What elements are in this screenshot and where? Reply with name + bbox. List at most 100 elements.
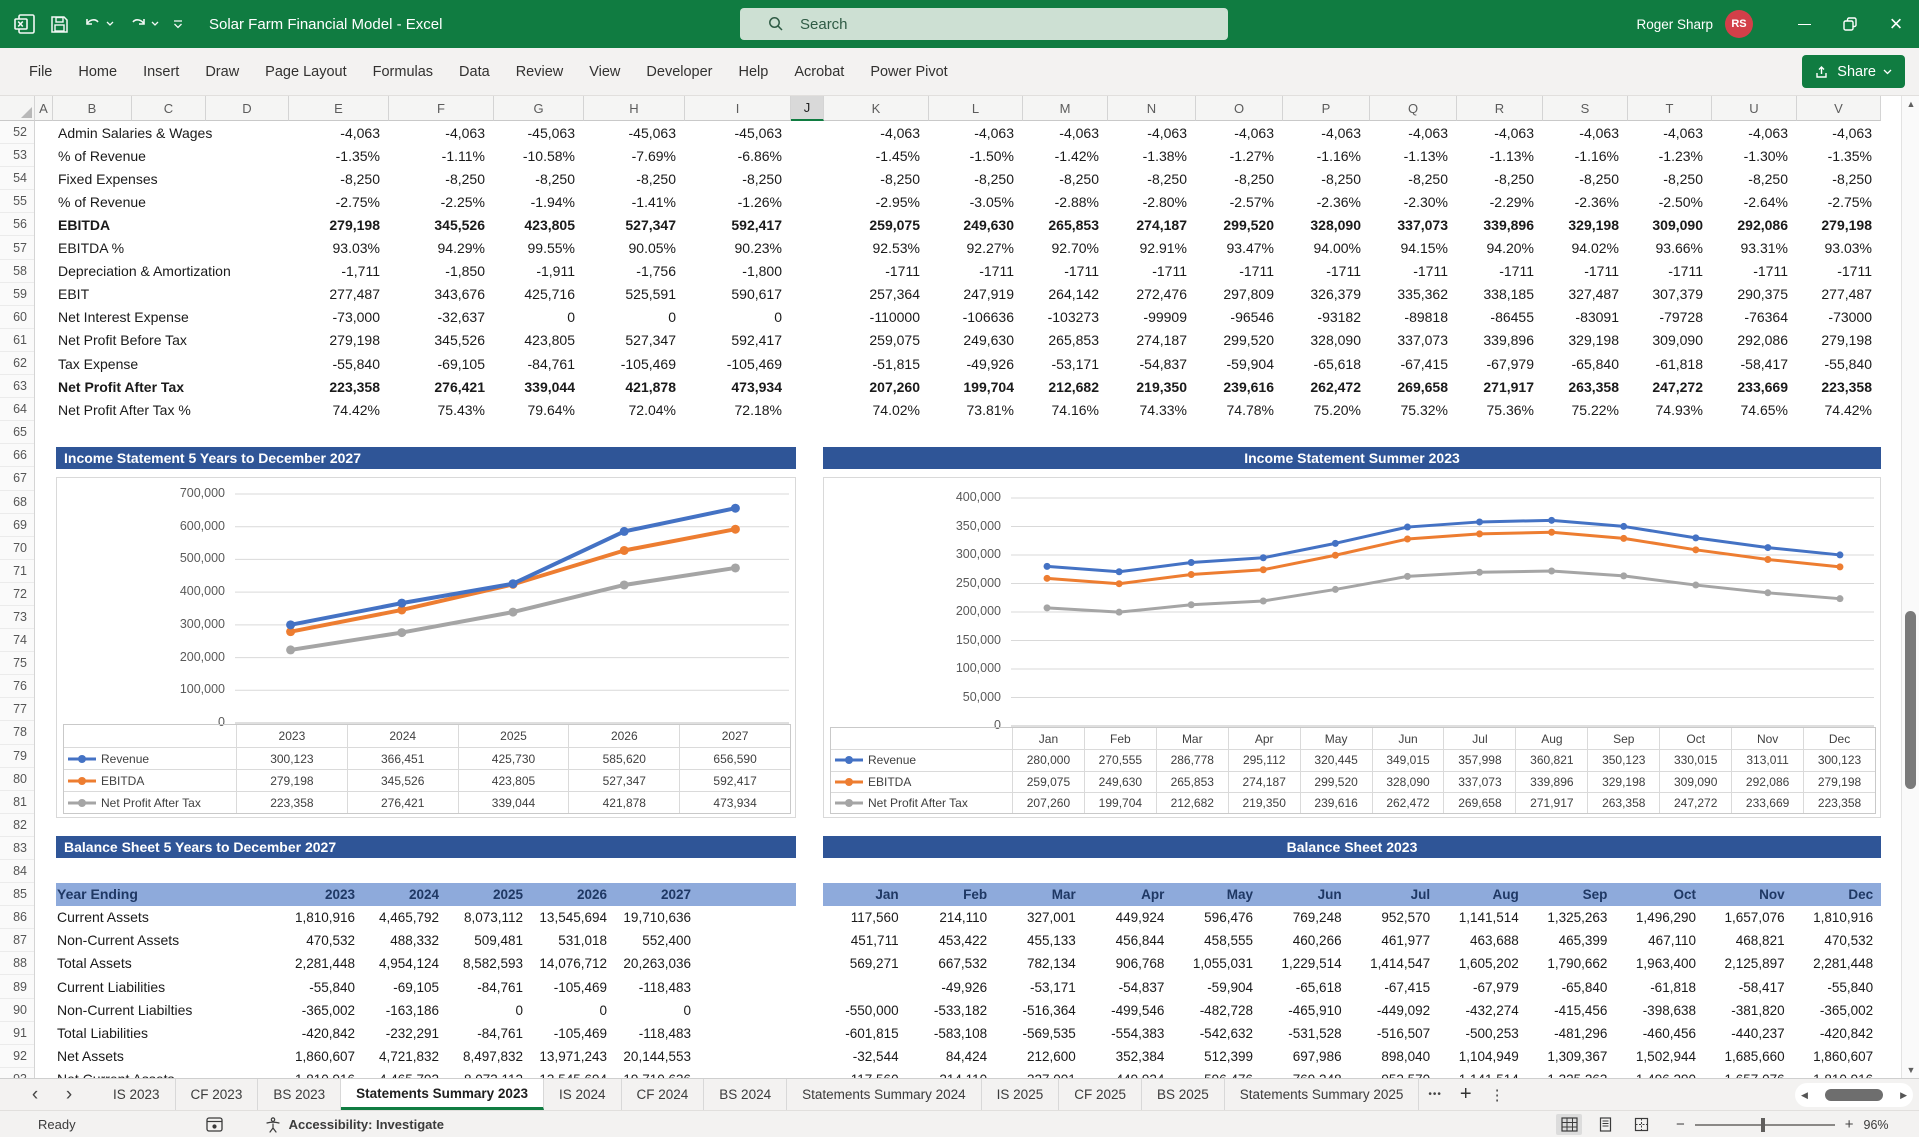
value-cell[interactable]: -1.45% bbox=[824, 148, 929, 164]
ribbon-tab-help[interactable]: Help bbox=[726, 48, 782, 95]
value-cell[interactable]: -8,250 bbox=[1196, 171, 1283, 187]
value-cell[interactable]: -93182 bbox=[1283, 309, 1370, 325]
value-cell[interactable]: -1.38% bbox=[1108, 148, 1196, 164]
value-cell[interactable]: 345,526 bbox=[389, 217, 494, 233]
value-cell[interactable]: -1711 bbox=[1283, 263, 1370, 279]
balance-value-cell[interactable]: 451,711 bbox=[812, 929, 901, 952]
sheet-tab-statements-summary-2023[interactable]: Statements Summary 2023 bbox=[341, 1079, 544, 1110]
value-cell[interactable]: 239,616 bbox=[1196, 379, 1283, 395]
balance-value-cell[interactable]: 1,860,607 bbox=[1787, 1045, 1876, 1068]
balance-value-cell[interactable]: 8,073,112 bbox=[441, 1068, 525, 1078]
column-header-E[interactable]: E bbox=[289, 96, 389, 121]
value-cell[interactable]: -2.75% bbox=[1797, 194, 1881, 210]
save-icon[interactable] bbox=[50, 15, 69, 34]
value-cell[interactable]: -2.29% bbox=[1457, 194, 1543, 210]
row-header-68[interactable]: 68 bbox=[0, 491, 34, 514]
value-cell[interactable]: 247,919 bbox=[929, 286, 1023, 302]
value-cell[interactable]: -8,250 bbox=[1370, 171, 1457, 187]
scroll-down-icon[interactable]: ▼ bbox=[1902, 1065, 1919, 1075]
value-cell[interactable]: -2.75% bbox=[289, 194, 389, 210]
row-header-52[interactable]: 52 bbox=[0, 121, 34, 144]
ribbon-tab-insert[interactable]: Insert bbox=[130, 48, 192, 95]
value-cell[interactable]: -6.86% bbox=[685, 148, 791, 164]
balance-value-cell[interactable]: 0 bbox=[525, 999, 609, 1022]
value-cell[interactable]: 90.23% bbox=[685, 240, 791, 256]
value-cell[interactable]: 74.78% bbox=[1196, 402, 1283, 418]
row-header-87[interactable]: 87 bbox=[0, 929, 34, 952]
value-cell[interactable]: 309,090 bbox=[1628, 217, 1712, 233]
value-cell[interactable]: -8,250 bbox=[1712, 171, 1797, 187]
value-cell[interactable]: -1.42% bbox=[1023, 148, 1108, 164]
value-cell[interactable]: -83091 bbox=[1543, 309, 1628, 325]
value-cell[interactable]: 265,853 bbox=[1023, 332, 1108, 348]
balance-value-cell[interactable]: 1,605,202 bbox=[1432, 952, 1521, 975]
balance-value-cell[interactable]: 449,924 bbox=[1078, 906, 1167, 929]
row-header-58[interactable]: 58 bbox=[0, 260, 34, 283]
value-cell[interactable]: -1711 bbox=[1712, 263, 1797, 279]
row-header-83[interactable]: 83 bbox=[0, 837, 34, 860]
ribbon-tab-review[interactable]: Review bbox=[503, 48, 577, 95]
value-cell[interactable]: -8,250 bbox=[1543, 171, 1628, 187]
value-cell[interactable]: 292,086 bbox=[1712, 217, 1797, 233]
redo-button[interactable] bbox=[128, 15, 159, 33]
balance-value-cell[interactable]: -65,618 bbox=[1255, 976, 1344, 999]
row-header-77[interactable]: 77 bbox=[0, 698, 34, 721]
balance-value-cell[interactable]: -500,253 bbox=[1432, 1022, 1521, 1045]
value-cell[interactable]: 473,934 bbox=[685, 379, 791, 395]
value-cell[interactable]: -4,063 bbox=[1628, 125, 1712, 141]
value-cell[interactable]: 74.93% bbox=[1628, 402, 1712, 418]
value-cell[interactable]: -65,840 bbox=[1543, 356, 1628, 372]
value-cell[interactable]: -1711 bbox=[1108, 263, 1196, 279]
balance-value-cell[interactable]: 952,570 bbox=[1344, 1068, 1433, 1078]
value-cell[interactable]: -2.36% bbox=[1543, 194, 1628, 210]
balance-value-cell[interactable]: -499,546 bbox=[1078, 999, 1167, 1022]
row-header-71[interactable]: 71 bbox=[0, 560, 34, 583]
value-cell[interactable]: 0 bbox=[685, 309, 791, 325]
value-cell[interactable]: -1.35% bbox=[1797, 148, 1881, 164]
balance-value-cell[interactable]: -601,815 bbox=[812, 1022, 901, 1045]
balance-value-cell[interactable]: 1,810,916 bbox=[273, 1068, 357, 1078]
value-cell[interactable]: 337,073 bbox=[1370, 217, 1457, 233]
value-cell[interactable]: -8,250 bbox=[685, 171, 791, 187]
excel-app-icon[interactable] bbox=[14, 13, 36, 35]
value-cell[interactable]: 207,260 bbox=[824, 379, 929, 395]
column-header-C[interactable]: C bbox=[132, 96, 206, 121]
value-cell[interactable]: -2.25% bbox=[389, 194, 494, 210]
value-cell[interactable]: -73,000 bbox=[289, 309, 389, 325]
value-cell[interactable]: 338,185 bbox=[1457, 286, 1543, 302]
value-cell[interactable]: -1.50% bbox=[929, 148, 1023, 164]
balance-value-cell[interactable]: -516,364 bbox=[989, 999, 1078, 1022]
row-header-61[interactable]: 61 bbox=[0, 329, 34, 352]
balance-value-cell[interactable]: 1,496,290 bbox=[1609, 906, 1698, 929]
column-header-R[interactable]: R bbox=[1457, 96, 1543, 121]
balance-value-cell[interactable]: 20,144,553 bbox=[609, 1045, 693, 1068]
balance-value-cell[interactable]: 782,134 bbox=[989, 952, 1078, 975]
value-cell[interactable]: -2.30% bbox=[1370, 194, 1457, 210]
balance-value-cell[interactable]: 1,810,916 bbox=[273, 906, 357, 929]
row-header-67[interactable]: 67 bbox=[0, 467, 34, 490]
column-header-B[interactable]: B bbox=[53, 96, 132, 121]
value-cell[interactable]: -32,637 bbox=[389, 309, 494, 325]
value-cell[interactable]: 262,472 bbox=[1283, 379, 1370, 395]
balance-value-cell[interactable]: -55,840 bbox=[1787, 976, 1876, 999]
balance-value-cell[interactable]: 461,977 bbox=[1344, 929, 1433, 952]
value-cell[interactable]: -67,979 bbox=[1457, 356, 1543, 372]
value-cell[interactable]: -49,926 bbox=[929, 356, 1023, 372]
balance-value-cell[interactable]: 1,860,607 bbox=[273, 1045, 357, 1068]
balance-value-cell[interactable]: 0 bbox=[441, 999, 525, 1022]
value-cell[interactable]: 425,716 bbox=[494, 286, 584, 302]
balance-value-cell[interactable]: 4,721,832 bbox=[357, 1045, 441, 1068]
balance-value-cell[interactable]: 8,073,112 bbox=[441, 906, 525, 929]
balance-value-cell[interactable]: 596,476 bbox=[1166, 1068, 1255, 1078]
balance-value-cell[interactable]: 667,532 bbox=[901, 952, 990, 975]
column-header-P[interactable]: P bbox=[1283, 96, 1370, 121]
row-header-63[interactable]: 63 bbox=[0, 375, 34, 398]
balance-value-cell[interactable]: -365,002 bbox=[1787, 999, 1876, 1022]
value-cell[interactable]: 329,198 bbox=[1543, 332, 1628, 348]
balance-value-cell[interactable]: -531,528 bbox=[1255, 1022, 1344, 1045]
balance-value-cell[interactable]: 1,496,290 bbox=[1609, 1068, 1698, 1078]
balance-value-cell[interactable]: -55,840 bbox=[273, 976, 357, 999]
column-header-G[interactable]: G bbox=[494, 96, 584, 121]
balance-value-cell[interactable]: 1,810,916 bbox=[1787, 906, 1876, 929]
column-header-L[interactable]: L bbox=[929, 96, 1023, 121]
